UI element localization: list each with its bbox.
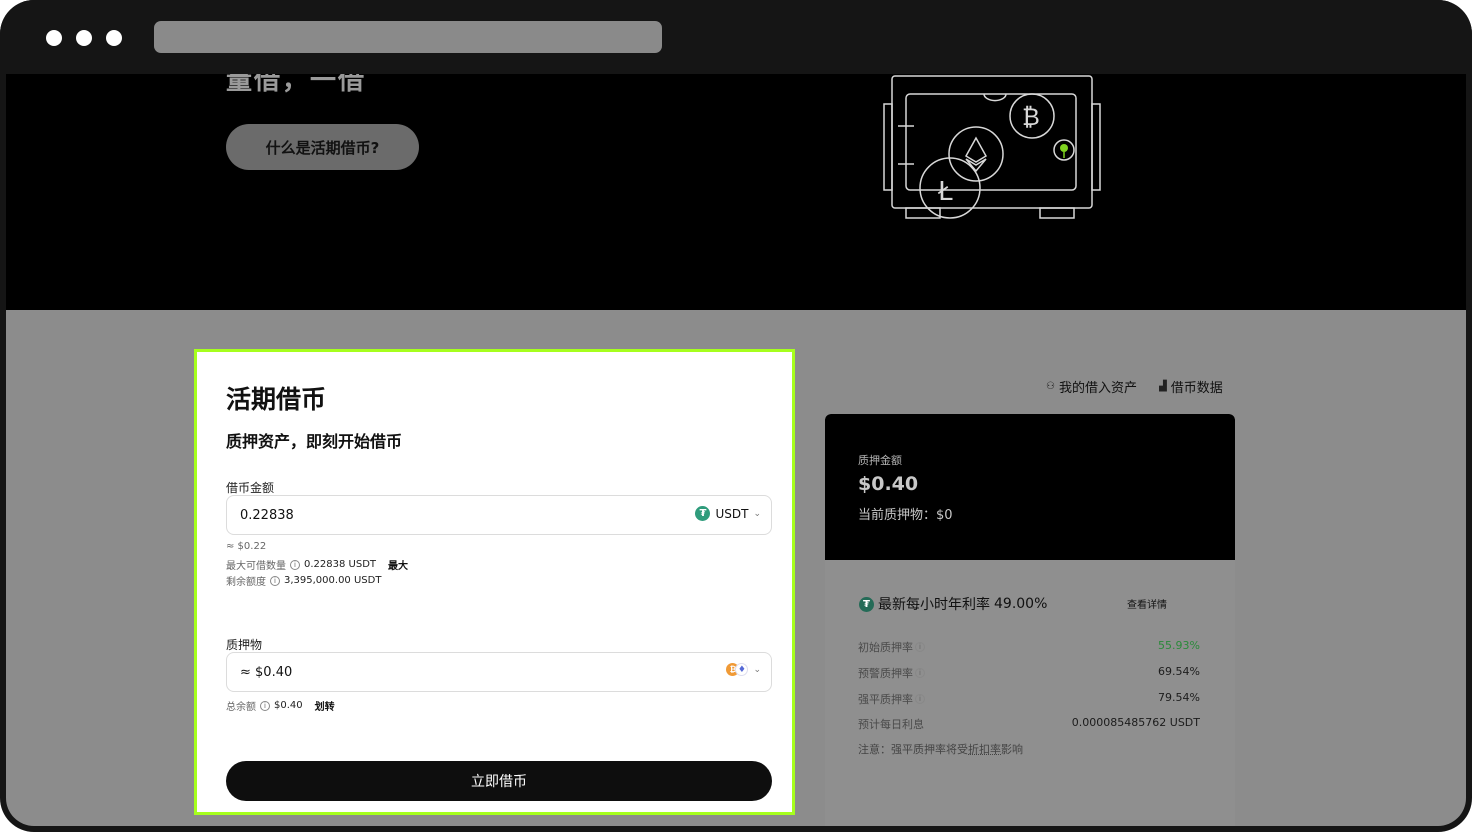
chevron-down-icon: ⌄ [753,664,761,675]
borrow-amount-label: 借币金额 [226,481,275,495]
collateral-summary: 质押金额 $0.40 当前质押物：$0 [825,414,1235,560]
summary-row-key: 预警质押率 [858,667,913,680]
summary-row-key: 强平质押率 [858,693,913,706]
approx-usd-text: ≈ $0.22 [226,541,267,552]
borrow-coin-label: USDT [715,506,749,521]
collateral-coin-select[interactable]: ₿ ♦ ⌄ [726,663,761,676]
collateral-coins: ₿ ♦ [726,663,749,676]
window-minimize-dot[interactable] [76,30,92,46]
transfer-link[interactable]: 划转 [315,698,335,713]
summary-row-value: 69.54% [1158,665,1200,678]
total-balance-value: $0.40 [274,700,303,711]
user-coin-icon: ⚇ [1046,381,1055,392]
what-is-flexible-borrow-button[interactable]: 什么是活期借币? [226,124,419,170]
info-icon[interactable]: i [915,668,925,678]
max-borrowable-label: 最大可借数量 [226,561,286,572]
hero-banner: 量借，一借 什么是活期借币? ₿ Ł [6,74,1466,310]
page-viewport: 量借，一借 什么是活期借币? ₿ Ł 活期借币 质押资产，即刻开始借币 借币金额… [6,74,1466,826]
window-close-dot[interactable] [46,30,62,46]
chart-icon: ▟ [1158,381,1167,392]
info-icon[interactable]: i [270,575,280,586]
borrow-amount-field[interactable]: 0.22838 ₮ USDT ⌄ [226,495,772,535]
borrow-summary-card: 质押金额 $0.40 当前质押物：$0 ₮ 最新每小时年利率 49.00% 查看… [825,414,1235,826]
info-icon[interactable]: i [915,694,925,704]
info-icon[interactable]: i [290,559,300,570]
svg-text:Ł: Ł [937,177,953,207]
flexible-borrow-panel: 活期借币 质押资产，即刻开始借币 借币金额 0.22838 ₮ USDT ⌄ ≈… [194,349,795,815]
collateral-amount-value: $0.40 [858,473,919,495]
borrow-now-button[interactable]: 立即借币 [226,761,772,801]
svg-text:₿: ₿ [1022,103,1040,131]
collateral-value: ≈ $0.40 [240,665,293,680]
summary-row-key: 预计每日利息 [858,718,924,731]
summary-row: 预计每日利息 0.000085485762 USDT [858,716,1200,732]
remaining-quota-label: 剩余额度 [226,577,266,588]
collateral-amount-label: 质押金额 [858,454,902,467]
borrow-data-label: 借币数据 [1170,381,1223,396]
borrow-amount-input[interactable]: 0.22838 [240,508,294,523]
usdt-icon: ₮ [695,506,711,521]
borrow-links: ⚇ 我的借入资产 ▟ 借币数据 [1046,377,1223,396]
max-borrowable-row: 最大可借数量 i 0.22838 USDT 最大 [226,557,408,572]
hero-heading-partial: 量借，一借 [226,74,367,96]
browser-window: 量借，一借 什么是活期借币? ₿ Ł 活期借币 质押资产，即刻开始借币 借币金额… [0,0,1472,832]
total-balance-row: 总余额 i $0.40 划转 [226,698,335,713]
collateral-field[interactable]: ≈ $0.40 ₿ ♦ ⌄ [226,652,772,692]
address-bar[interactable] [154,21,662,53]
borrow-data-link[interactable]: ▟ 借币数据 [1159,377,1223,396]
info-icon[interactable]: i [260,700,270,711]
info-icon[interactable]: i [915,642,925,652]
summary-row-key: 初始质押率 [858,641,913,654]
total-balance-label: 总余额 [226,702,256,713]
hourly-rate-label: 最新每小时年利率 [878,597,990,613]
hourly-rate-row: ₮ 最新每小时年利率 49.00% [859,594,1047,614]
summary-row-value: 0.000085485762 USDT [1071,716,1200,729]
collateral-label: 质押物 [226,638,263,652]
max-button[interactable]: 最大 [388,557,408,572]
panel-title: 活期借币 [226,385,327,414]
remaining-quota-row: 剩余额度 i 3,395,000.00 USDT [226,573,381,588]
usdt-icon: ₮ [859,596,874,612]
my-borrowed-assets-link[interactable]: ⚇ 我的借入资产 [1046,377,1137,396]
remaining-quota-value: 3,395,000.00 USDT [284,575,382,586]
summary-row: 预警质押率 i 69.54% [858,665,1200,681]
summary-row-value: 55.93% [1158,639,1200,652]
approx-usd-value: ≈ $0.22 [226,541,266,552]
view-details-link[interactable]: 查看详情 [1127,596,1167,611]
panel-subtitle: 质押资产，即刻开始借币 [226,432,403,451]
max-borrowable-value: 0.22838 USDT [304,559,377,570]
summary-row-value: 79.54% [1158,691,1200,704]
current-collateral: 当前质押物：$0 [858,508,953,523]
safe-illustration: ₿ Ł [883,75,1101,219]
borrow-coin-select[interactable]: ₮ USDT ⌄ [695,506,761,521]
my-borrowed-assets-label: 我的借入资产 [1058,381,1137,396]
hourly-rate-value: 49.00% [994,596,1048,612]
window-zoom-dot[interactable] [106,30,122,46]
summary-row: 初始质押率 i 55.93% [858,639,1200,655]
browser-chrome [0,0,1472,74]
note-suffix: 影响 [1001,743,1023,756]
discount-rate-link[interactable]: 折扣率 [968,743,1001,756]
liquidation-note: 注意：强平质押率将受折扣率影响 [858,741,1023,757]
note-prefix: 注意：强平质押率将受 [858,743,968,756]
eth-icon: ♦ [735,663,749,676]
summary-row: 强平质押率 i 79.54% [858,691,1200,707]
chevron-down-icon: ⌄ [753,508,761,519]
